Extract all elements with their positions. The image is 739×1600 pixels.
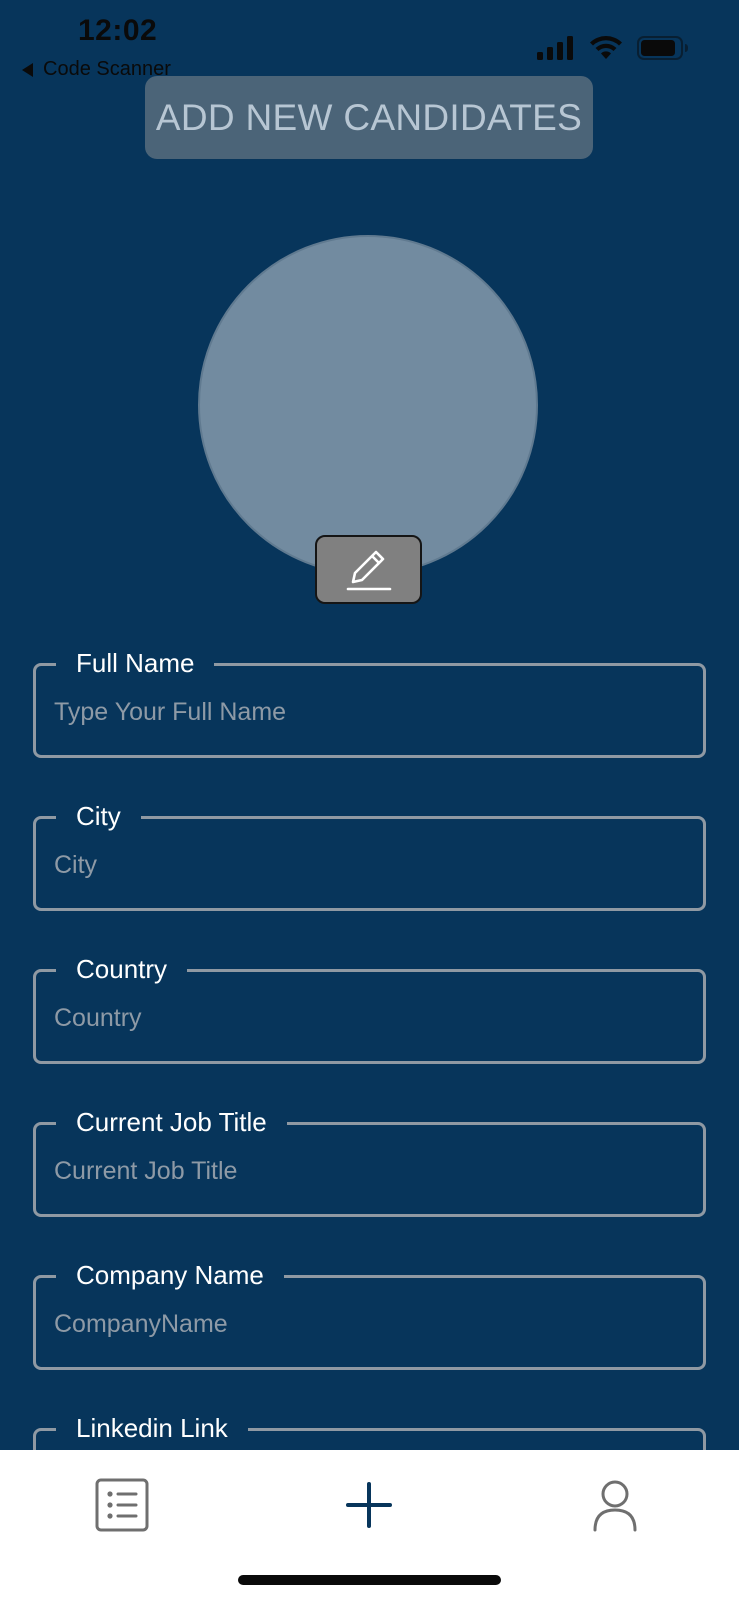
- add-candidate-screen: 12:02 Code Scanner ADD NEW CANDIDATES Fu…: [0, 0, 739, 1600]
- tab-add-candidate[interactable]: [334, 1470, 404, 1540]
- full-name-field: Full Name: [33, 645, 706, 758]
- city-input[interactable]: [54, 845, 685, 885]
- avatar-placeholder[interactable]: [198, 235, 538, 575]
- job-title-field: Current Job Title: [33, 1104, 706, 1217]
- cellular-signal-icon: [537, 36, 573, 60]
- full-name-label: Full Name: [56, 645, 215, 681]
- page-title-pill: ADD NEW CANDIDATES: [145, 76, 593, 159]
- person-icon: [593, 1480, 637, 1532]
- tab-candidates-list[interactable]: [87, 1470, 157, 1540]
- battery-icon: [637, 36, 688, 60]
- back-to-app-link[interactable]: Code Scanner: [22, 58, 171, 81]
- wifi-icon: [590, 36, 622, 59]
- home-indicator[interactable]: [238, 1575, 501, 1585]
- country-label: Country: [56, 951, 188, 987]
- country-field: Country: [33, 951, 706, 1064]
- linkedin-link-label: Linkedin Link: [56, 1410, 248, 1446]
- plus-icon: [346, 1482, 392, 1528]
- job-title-input[interactable]: [54, 1151, 685, 1191]
- company-name-input[interactable]: [54, 1304, 685, 1344]
- job-title-label: Current Job Title: [56, 1104, 287, 1140]
- page-title: ADD NEW CANDIDATES: [155, 96, 583, 138]
- tab-profile[interactable]: [580, 1470, 650, 1540]
- company-name-field: Company Name: [33, 1257, 706, 1370]
- list-icon: [95, 1478, 149, 1532]
- city-field: City: [33, 798, 706, 911]
- edit-photo-button[interactable]: [315, 535, 422, 604]
- company-name-label: Company Name: [56, 1257, 284, 1293]
- status-icons: [537, 35, 689, 61]
- back-triangle-icon: [22, 62, 33, 77]
- pencil-icon: [346, 550, 391, 590]
- full-name-input[interactable]: [54, 692, 685, 732]
- bottom-tab-bar: [0, 1450, 739, 1600]
- city-label: City: [56, 798, 141, 834]
- status-time: 12:02: [78, 14, 158, 47]
- country-input[interactable]: [54, 998, 685, 1038]
